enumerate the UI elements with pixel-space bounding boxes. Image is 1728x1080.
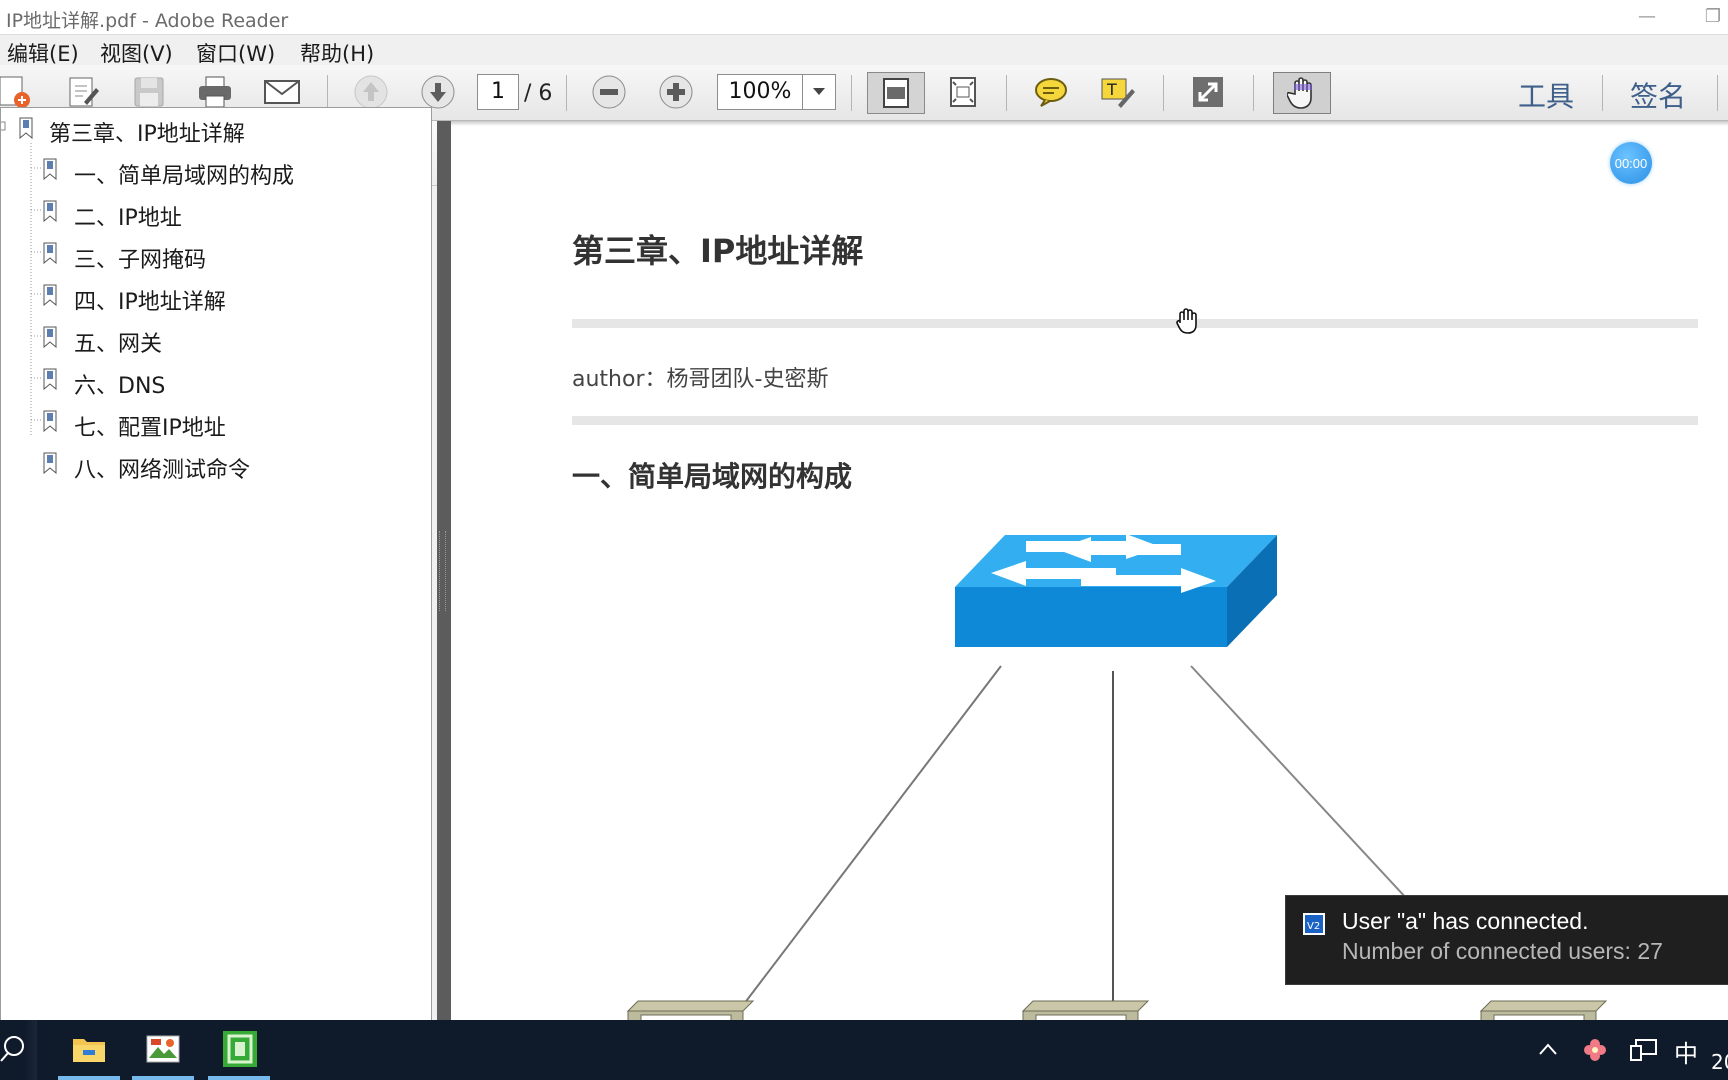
toolbar-separator (566, 75, 567, 111)
bookmark-item[interactable]: 第三章、IP地址详解 (49, 116, 245, 148)
window-title: IP地址详解.pdf - Adobe Reader (6, 10, 289, 32)
title-bar: IP地址详解.pdf - Adobe Reader — ❐ (0, 0, 1728, 35)
page-top-shadow (451, 121, 1728, 126)
bookmark-item[interactable]: 五、网关 (74, 326, 162, 358)
svg-text:V2: V2 (1307, 921, 1320, 932)
bookmark-item[interactable]: 一、简单局域网的构成 (74, 158, 294, 190)
divider (572, 319, 1698, 328)
minimize-button[interactable]: — (1627, 2, 1667, 32)
bookmark-item[interactable]: 二、IP地址 (74, 200, 182, 232)
menu-bar: 编辑(E) 视图(V) 窗口(W) 帮助(H) (0, 35, 1728, 68)
bookmark-icon (43, 284, 57, 306)
document-view[interactable]: 00:00 第三章、IP地址详解 author：杨哥团队-史密斯 一、简单局域网… (451, 121, 1728, 1021)
folder-icon (73, 1039, 105, 1062)
save-icon[interactable] (130, 73, 168, 111)
zoom-in-icon[interactable] (657, 73, 695, 111)
toolbar-separator (851, 75, 852, 111)
connection-notification[interactable]: V2 User "a" has connected. Number of con… (1285, 895, 1728, 985)
fit-page-button[interactable] (867, 72, 925, 114)
bookmark-icon (43, 410, 57, 432)
fit-width-icon[interactable] (944, 73, 982, 111)
menu-window[interactable]: 窗口(W) (196, 38, 275, 68)
bookmark-icon (43, 242, 57, 264)
taskbar: 中 20 (0, 1020, 1728, 1080)
full-screen-icon[interactable] (1189, 73, 1227, 111)
menu-edit[interactable]: 编辑(E) (7, 38, 79, 68)
bookmark-icon (43, 368, 57, 390)
next-page-icon[interactable] (419, 73, 457, 111)
hand-tool-icon (1287, 77, 1312, 109)
active-indicator (58, 1076, 120, 1080)
page-number-input[interactable]: 1 (477, 74, 519, 110)
menu-view[interactable]: 视图(V) (100, 38, 173, 68)
splitter-grip (439, 531, 446, 611)
edit-document-icon[interactable] (64, 73, 102, 111)
active-indicator (132, 1076, 194, 1080)
chevron-up-icon[interactable] (1538, 1042, 1558, 1056)
computer-icon (1479, 1000, 1608, 1021)
email-icon[interactable] (263, 73, 301, 111)
timer-text: 00:00 (1614, 155, 1648, 171)
file-explorer-button[interactable] (58, 1020, 120, 1080)
fit-page-icon (883, 78, 909, 108)
zoom-out-icon[interactable] (590, 73, 628, 111)
print-icon[interactable] (196, 73, 234, 111)
sign-button[interactable]: 签名 (1630, 75, 1686, 115)
computer-icon (626, 1000, 755, 1021)
panel-splitter[interactable] (437, 121, 451, 1020)
create-pdf-icon[interactable] (0, 73, 34, 111)
paint-icon (146, 1035, 180, 1063)
highlight-text-icon[interactable]: T (1099, 73, 1137, 111)
bookmark-icon (43, 200, 57, 222)
flower-tray-icon[interactable] (1582, 1037, 1608, 1063)
computer-icon (1021, 1000, 1150, 1021)
bookmark-item[interactable]: 八、网络测试命令 (74, 452, 250, 484)
comment-icon[interactable] (1032, 73, 1070, 111)
notification-message: Number of connected users: 27 (1342, 938, 1663, 964)
toolbar-separator (1163, 75, 1164, 111)
toolbar-separator (1253, 75, 1254, 111)
paint-app-button[interactable] (132, 1020, 194, 1080)
toolbar-separator (327, 75, 328, 111)
bookmark-icon (19, 117, 33, 139)
section-heading: 一、简单局域网的构成 (572, 460, 853, 493)
active-indicator (208, 1076, 270, 1080)
hand-cursor-icon (1176, 308, 1197, 334)
toolbar-separator (1717, 75, 1718, 111)
bookmark-item[interactable]: 六、DNS (74, 368, 165, 400)
toolbar-separator (1602, 75, 1603, 111)
toolbar-separator (1006, 75, 1007, 111)
bookmark-icon (43, 452, 57, 474)
tools-button[interactable]: 工具 (1518, 75, 1574, 115)
author-line: author：杨哥团队-史密斯 (572, 367, 829, 392)
bookmark-item[interactable]: 七、配置IP地址 (74, 410, 226, 442)
network-icon[interactable] (1630, 1038, 1658, 1062)
app-icon (223, 1031, 257, 1067)
switch-icon (955, 534, 1277, 647)
previous-page-icon[interactable] (352, 73, 390, 111)
zoom-input[interactable]: 100% (717, 74, 803, 110)
clock[interactable]: 20 (1711, 1050, 1728, 1074)
svg-text:T: T (1106, 80, 1117, 99)
ime-indicator[interactable]: 中 (1674, 1034, 1698, 1069)
hand-tool-button[interactable] (1273, 72, 1331, 114)
divider (572, 416, 1698, 425)
menu-help[interactable]: 帮助(H) (300, 38, 374, 68)
page-total: / 6 (524, 81, 553, 106)
chevron-down-icon (813, 88, 825, 95)
bookmark-tree: 第三章、IP地址详解 一、简单局域网的构成 二、IP地址 三、子网掩码 四、IP… (0, 107, 432, 1021)
bookmark-icon (43, 158, 57, 180)
chapter-heading: 第三章、IP地址详解 (572, 232, 864, 270)
bookmark-item[interactable]: 四、IP地址详解 (74, 284, 226, 316)
restore-button[interactable]: ❐ (1693, 2, 1728, 32)
taskbar-divider (25, 1020, 37, 1080)
reader-app-button[interactable] (208, 1020, 270, 1080)
notification-title: User "a" has connected. (1342, 908, 1589, 934)
vnc-icon: V2 (1303, 913, 1325, 935)
zoom-dropdown[interactable] (802, 74, 836, 110)
timer-badge[interactable]: 00:00 (1610, 142, 1652, 184)
bookmark-icon (43, 326, 57, 348)
bookmark-item[interactable]: 三、子网掩码 (74, 242, 206, 274)
